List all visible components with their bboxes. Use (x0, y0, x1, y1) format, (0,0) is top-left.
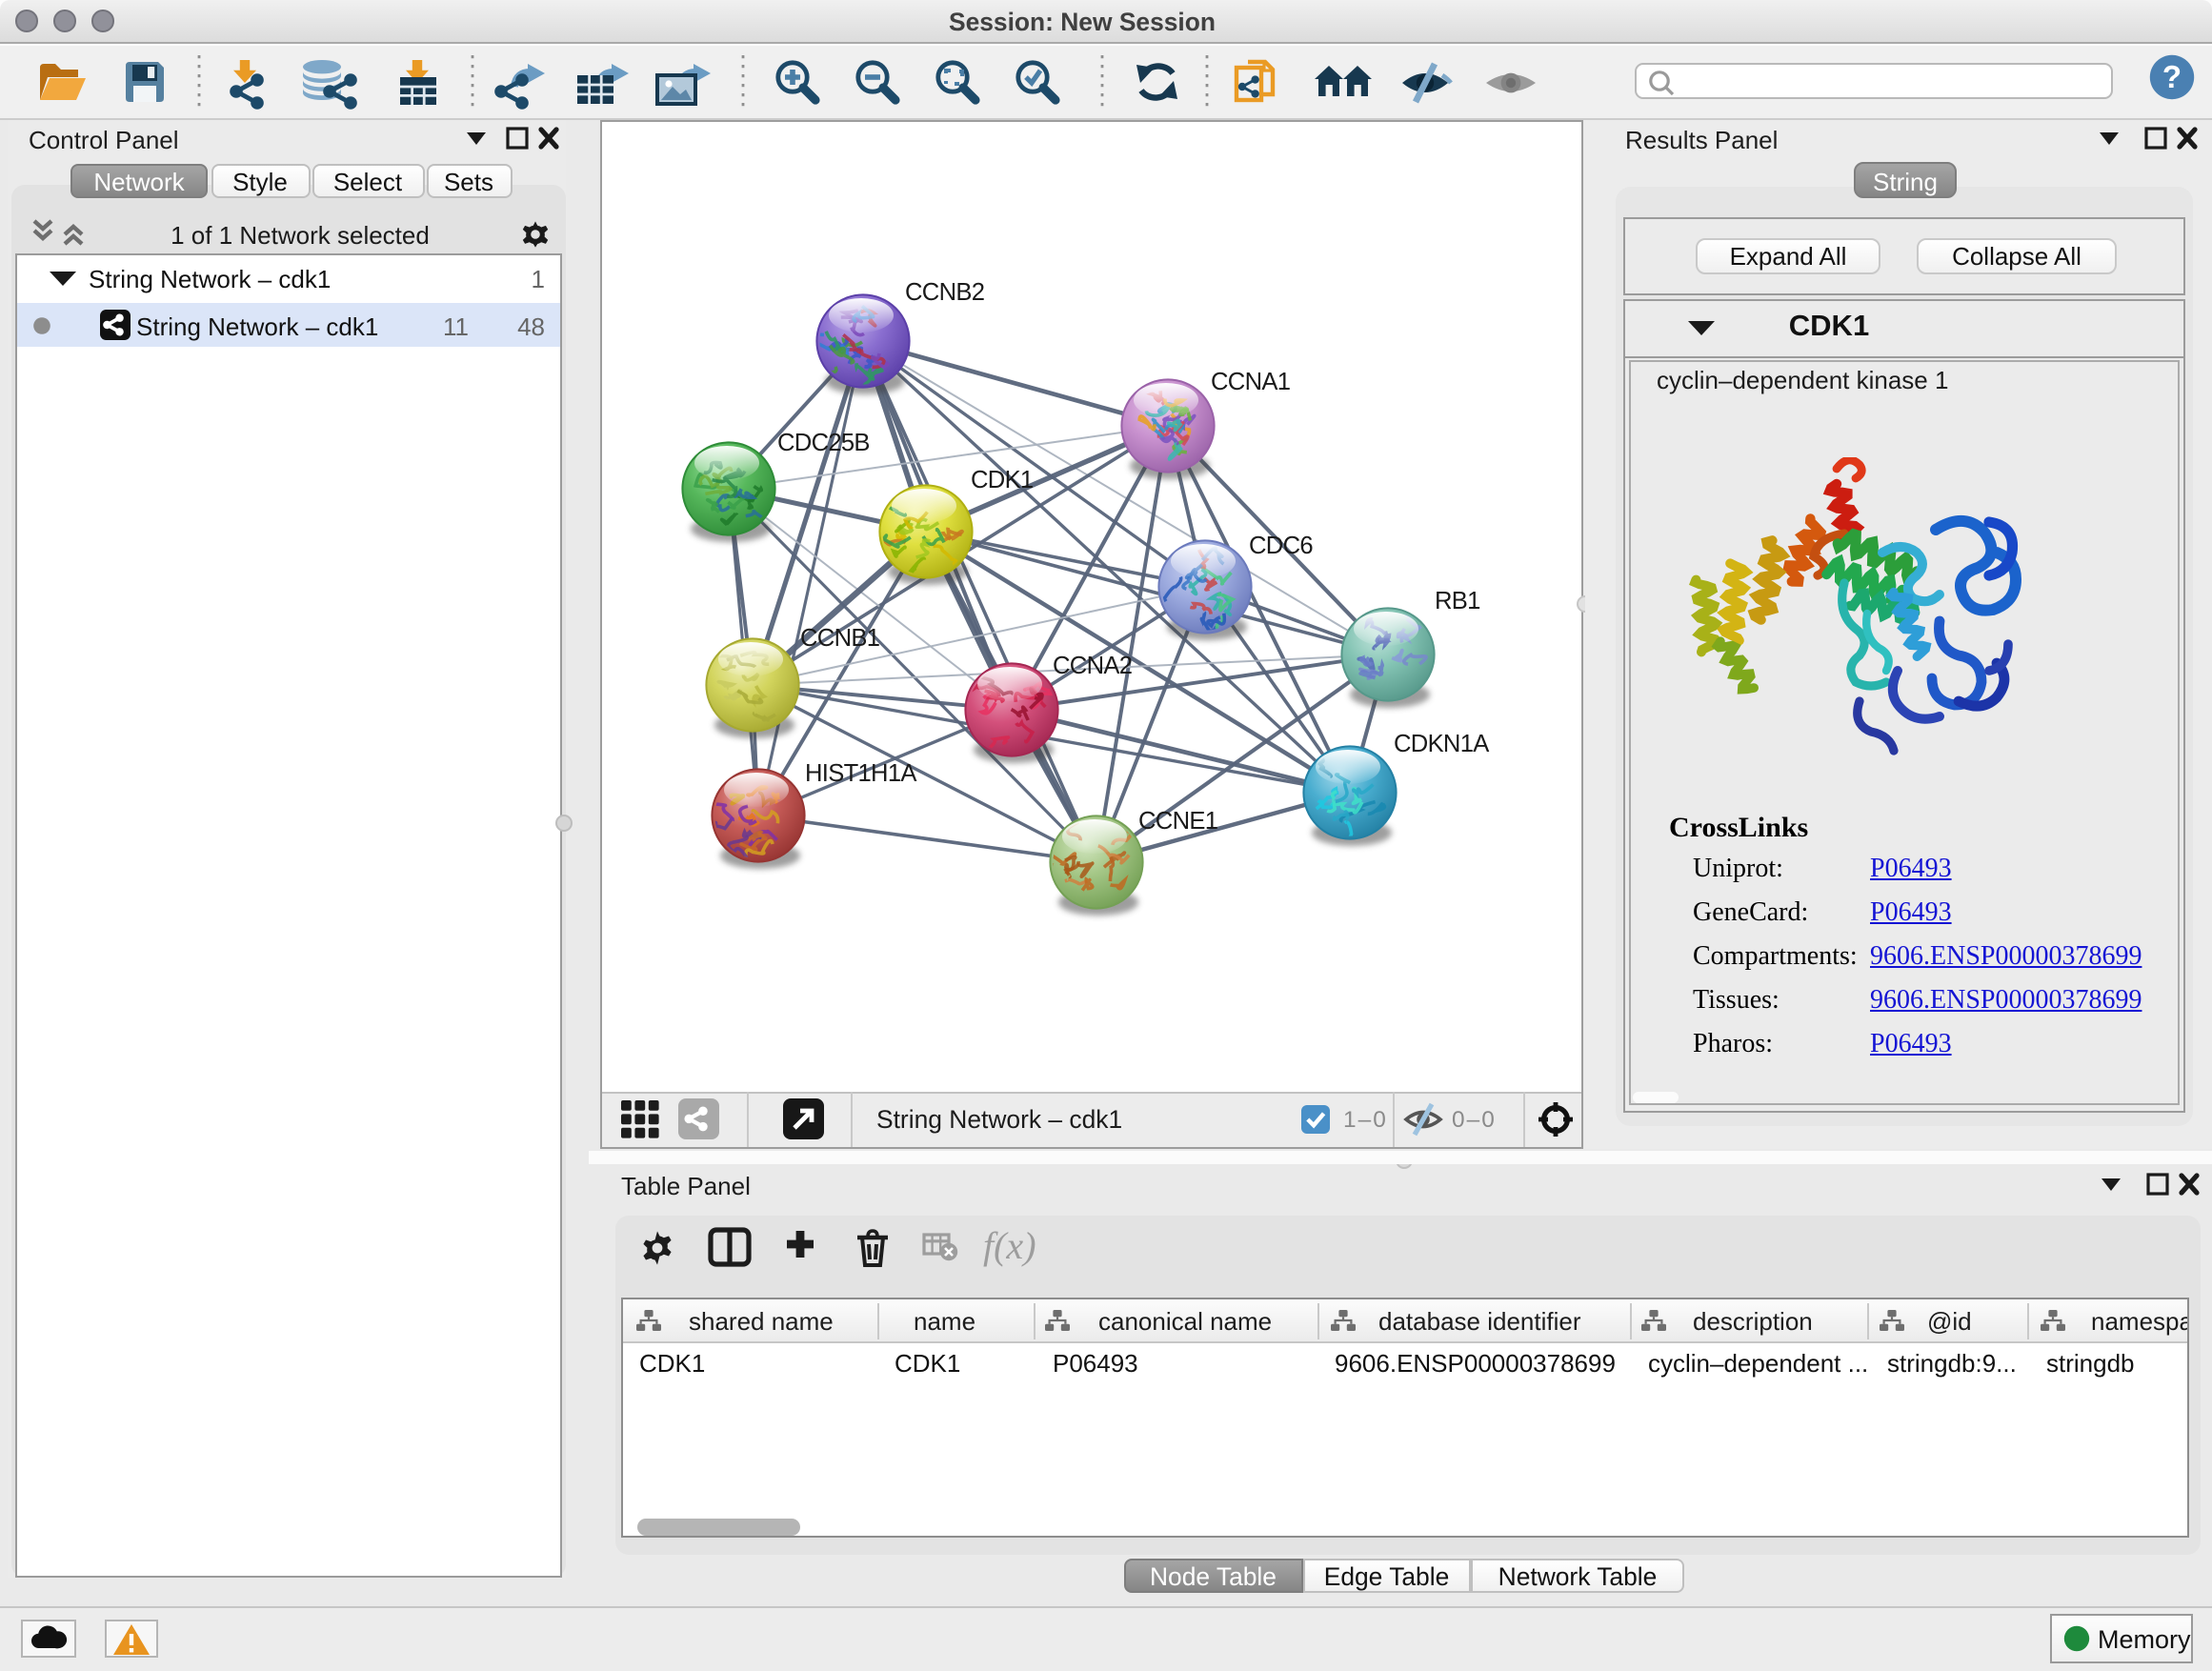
svg-text:CCNB1: CCNB1 (799, 625, 878, 652)
svg-text:9606.ENSP00000378699: 9606.ENSP00000378699 (1334, 1349, 1615, 1378)
svg-text:stringdb: stringdb (2045, 1349, 2134, 1378)
svg-text:shared name: shared name (688, 1307, 833, 1336)
svg-text:name: name (913, 1307, 975, 1336)
svg-text:namespace: namespace (2090, 1307, 2188, 1336)
svg-text:CCNB2: CCNB2 (904, 279, 983, 306)
svg-text:CDK1: CDK1 (894, 1349, 959, 1378)
svg-text:database identifier: database identifier (1377, 1307, 1580, 1336)
svg-text:1 – 0: 1 – 0 (1343, 1106, 1386, 1132)
svg-text:?: ? (2162, 59, 2182, 94)
svg-text:CDC25B: CDC25B (776, 430, 869, 456)
svg-text:stringdb:9...: stringdb:9... (1886, 1349, 2016, 1378)
svg-text:String Network – cdk1: String Network – cdk1 (876, 1104, 1122, 1133)
svg-text:cyclin–dependent ...: cyclin–dependent ... (1647, 1349, 1867, 1378)
svg-text:description: description (1692, 1307, 1812, 1336)
svg-text:CDC6: CDC6 (1248, 533, 1312, 559)
svg-text:P06493: P06493 (1052, 1349, 1137, 1378)
svg-text:CDK1: CDK1 (638, 1349, 704, 1378)
svg-text:@id: @id (1926, 1307, 1971, 1336)
svg-text:f(x): f(x) (983, 1225, 1036, 1267)
svg-text:RB1: RB1 (1434, 588, 1479, 614)
svg-text:CDK1: CDK1 (970, 467, 1032, 493)
svg-text:CCNA1: CCNA1 (1210, 369, 1289, 395)
svg-text:CCNE1: CCNE1 (1137, 808, 1217, 835)
svg-text:CDKN1A: CDKN1A (1393, 731, 1489, 757)
svg-text:canonical name: canonical name (1097, 1307, 1271, 1336)
svg-text:HIST1H1A: HIST1H1A (804, 760, 916, 787)
svg-text:0 – 0: 0 – 0 (1452, 1106, 1495, 1132)
svg-text:CCNA2: CCNA2 (1052, 653, 1131, 679)
